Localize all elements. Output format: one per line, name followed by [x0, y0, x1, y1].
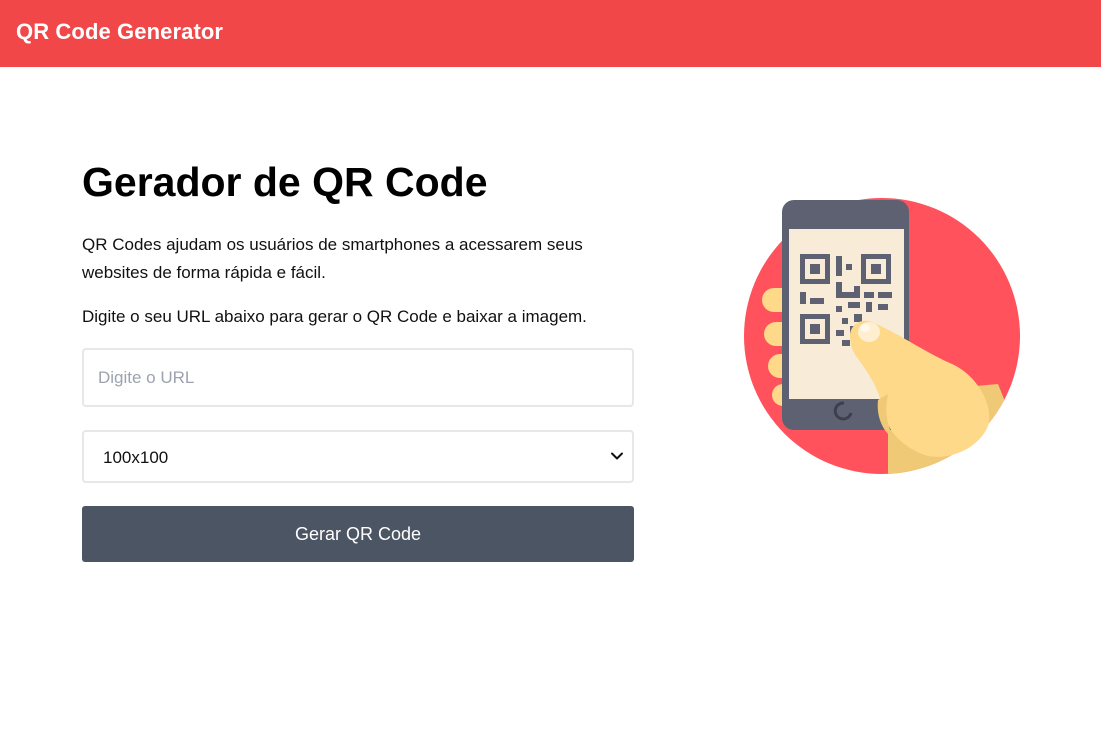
chevron-down-icon — [611, 452, 623, 460]
top-navbar: QR Code Generator — [0, 0, 1101, 67]
intro-text: QR Codes ajudam os usuários de smartphon… — [82, 235, 583, 282]
generator-panel: Gerador de QR Code QR Codes ajudam os us… — [82, 158, 634, 562]
page-title: Gerador de QR Code — [82, 159, 488, 205]
size-select-value: 100x100 — [103, 448, 169, 467]
brand-title[interactable]: QR Code Generator — [16, 19, 223, 45]
hand-holding-phone-qr-icon — [744, 198, 1020, 474]
generate-qr-button[interactable]: Gerar QR Code — [82, 506, 634, 562]
size-select[interactable]: 100x100 — [82, 430, 634, 483]
instructions-text: Digite o seu URL abaixo para gerar o QR … — [82, 307, 587, 326]
url-input[interactable] — [82, 348, 634, 407]
